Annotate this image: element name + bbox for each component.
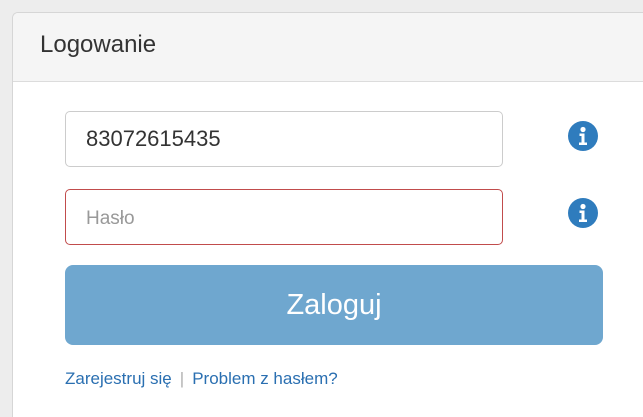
info-icon[interactable]	[568, 121, 598, 151]
auth-links: Zarejestruj się | Problem z hasłem?	[65, 369, 338, 389]
info-icon[interactable]	[568, 198, 598, 228]
login-button[interactable]: Zaloguj	[65, 265, 603, 345]
register-link[interactable]: Zarejestruj się	[65, 369, 172, 389]
login-panel: Logowanie Zaloguj Zarejestruj się | Prob…	[12, 12, 643, 417]
panel-title: Logowanie	[40, 31, 157, 58]
panel-heading: Logowanie	[13, 13, 643, 82]
login-row	[65, 111, 503, 167]
link-separator: |	[179, 369, 185, 388]
password-row	[65, 189, 503, 245]
login-input[interactable]	[65, 111, 503, 167]
password-problem-link[interactable]: Problem z hasłem?	[192, 369, 338, 389]
password-input[interactable]	[65, 189, 503, 245]
